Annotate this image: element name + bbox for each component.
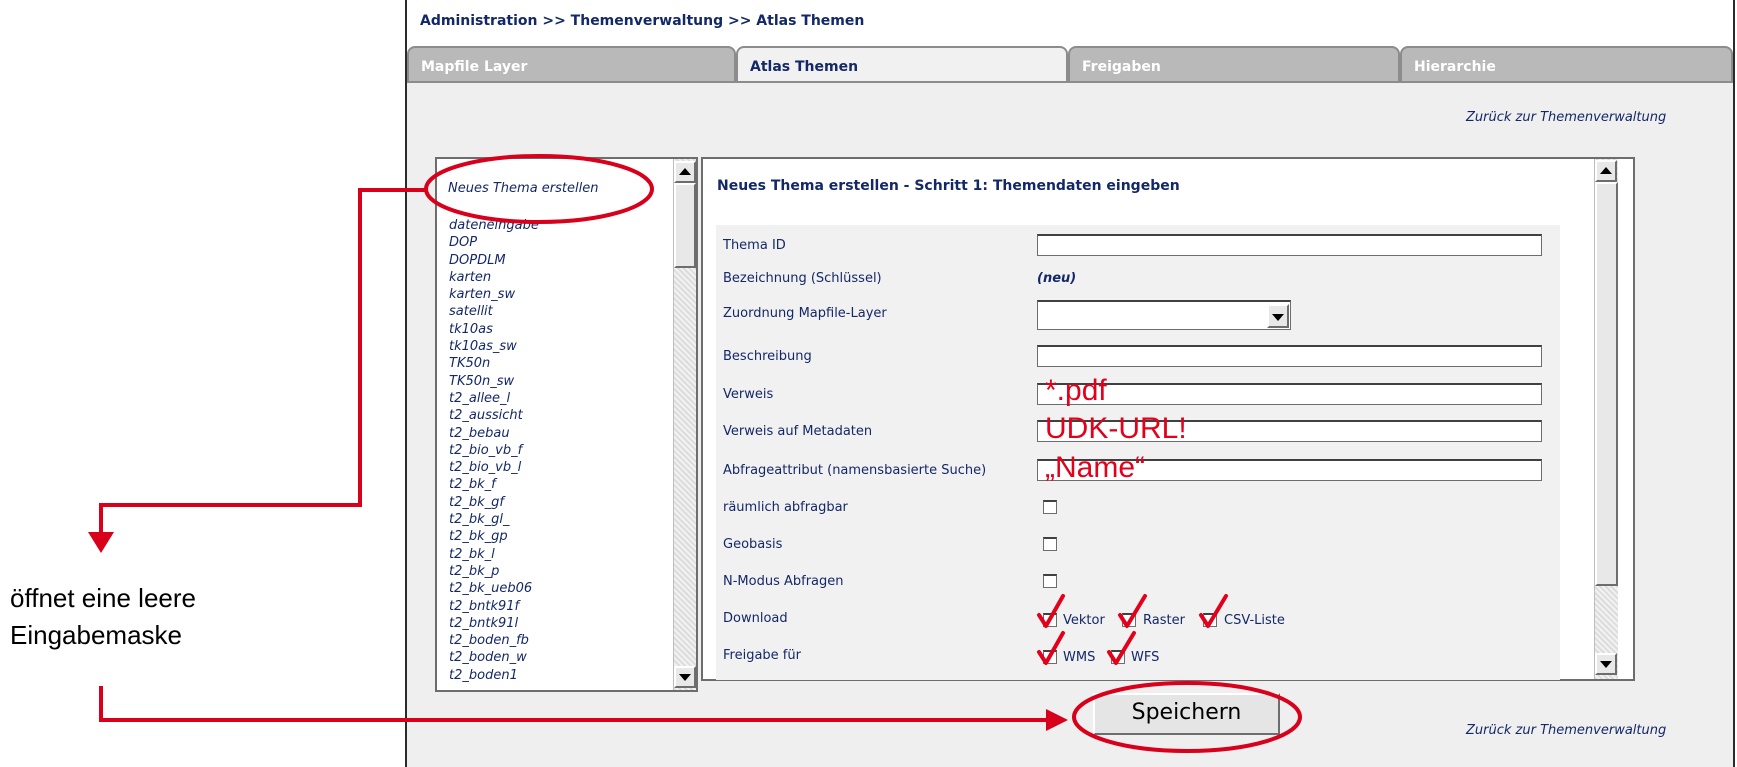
arrow-line-bottom	[99, 686, 1050, 722]
highlight-ellipse-new-theme	[424, 154, 654, 224]
highlight-ellipse-save	[1072, 681, 1302, 753]
annotation-overlay	[88, 154, 1302, 753]
side-annotation: öffnet eine leere Eingabemaske	[10, 580, 196, 654]
arrow-line-top	[99, 188, 425, 532]
arrow-head-down-icon	[88, 532, 114, 553]
side-annotation-line2: Eingabemaske	[10, 620, 182, 650]
arrow-head-right-icon	[1046, 709, 1068, 731]
side-annotation-line1: öffnet eine leere	[10, 583, 196, 613]
